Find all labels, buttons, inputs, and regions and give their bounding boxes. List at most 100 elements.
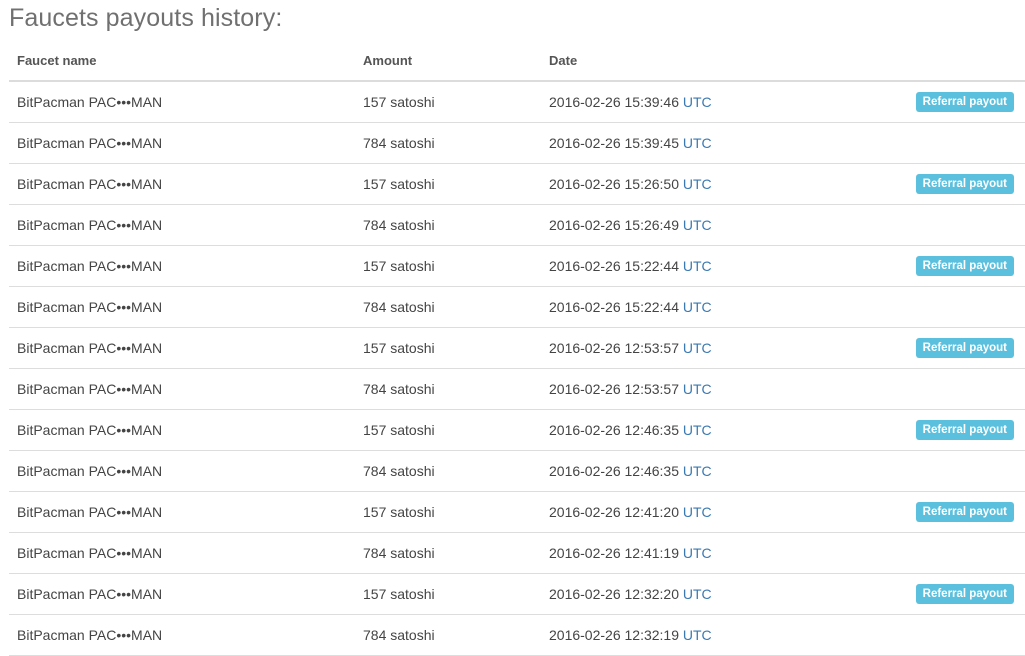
table-row: BitPacman PAC•••MAN 784 satoshi 2016-02-26… [9,368,1025,410]
badge-cell [841,122,1025,164]
date-value: 2016-02-26 12:46:35 [549,422,679,438]
badge-cell [841,532,1025,574]
amount-cell: 784 satoshi [355,204,541,246]
date-value: 2016-02-26 12:41:19 [549,545,679,561]
timezone-link[interactable]: UTC [683,627,712,643]
timezone-link[interactable]: UTC [683,422,712,438]
faucet-name-cell: BitPacman PAC•••MAN [9,81,355,123]
referral-payout-badge: Referral payout [915,174,1014,194]
faucet-name-cell: BitPacman PAC•••MAN [9,286,355,328]
timezone-link[interactable]: UTC [683,545,712,561]
amount-cell: 784 satoshi [355,614,541,656]
timezone-link[interactable]: UTC [683,258,712,274]
timezone-link[interactable]: UTC [683,586,712,602]
timezone-link[interactable]: UTC [683,94,712,110]
faucet-name-cell: BitPacman PAC•••MAN [9,204,355,246]
date-cell: 2016-02-26 15:22:44 UTC [541,245,841,287]
amount-cell: 784 satoshi [355,286,541,328]
badge-cell: Referral payout [841,245,1025,287]
table-row: BitPacman PAC•••MAN 784 satoshi 2016-02-26… [9,450,1025,492]
column-header-faucet-name: Faucet name [9,40,355,82]
badge-cell: Referral payout [841,491,1025,533]
amount-cell: 784 satoshi [355,532,541,574]
badge-cell: Referral payout [841,573,1025,615]
table-row: BitPacman PAC•••MAN 157 satoshi 2016-02-26… [9,81,1025,123]
badge-cell [841,368,1025,410]
referral-payout-badge: Referral payout [915,256,1014,276]
badge-cell: Referral payout [841,409,1025,451]
amount-cell: 157 satoshi [355,327,541,369]
amount-cell: 157 satoshi [355,81,541,123]
referral-payout-badge: Referral payout [915,584,1014,604]
timezone-link[interactable]: UTC [683,340,712,356]
badge-cell: Referral payout [841,163,1025,205]
table-row: BitPacman PAC•••MAN 157 satoshi 2016-02-26… [9,573,1025,615]
amount-cell: 157 satoshi [355,245,541,287]
table-row: BitPacman PAC•••MAN 157 satoshi 2016-02-26… [9,245,1025,287]
referral-payout-badge: Referral payout [915,502,1014,522]
timezone-link[interactable]: UTC [683,299,712,315]
date-value: 2016-02-26 12:41:20 [549,504,679,520]
faucet-name-cell: BitPacman PAC•••MAN [9,163,355,205]
date-value: 2016-02-26 12:53:57 [549,381,679,397]
referral-payout-badge: Referral payout [915,92,1014,112]
timezone-link[interactable]: UTC [683,217,712,233]
amount-cell: 157 satoshi [355,491,541,533]
timezone-link[interactable]: UTC [683,463,712,479]
date-cell: 2016-02-26 12:46:35 UTC [541,450,841,492]
table-header: Faucet name Amount Date [9,40,1025,82]
column-header-amount: Amount [355,40,541,82]
date-cell: 2016-02-26 12:53:57 UTC [541,368,841,410]
timezone-link[interactable]: UTC [683,504,712,520]
date-cell: 2016-02-26 15:26:50 UTC [541,163,841,205]
date-cell: 2016-02-26 15:22:44 UTC [541,286,841,328]
amount-cell: 157 satoshi [355,573,541,615]
badge-cell: Referral payout [841,81,1025,123]
date-value: 2016-02-26 12:53:57 [549,340,679,356]
badge-cell [841,614,1025,656]
amount-cell: 157 satoshi [355,163,541,205]
referral-payout-badge: Referral payout [915,338,1014,358]
table-row: BitPacman PAC•••MAN 784 satoshi 2016-02-26… [9,286,1025,328]
date-cell: 2016-02-26 12:41:20 UTC [541,491,841,533]
timezone-link[interactable]: UTC [683,135,712,151]
faucet-name-cell: BitPacman PAC•••MAN [9,614,355,656]
faucet-name-cell: BitPacman PAC•••MAN [9,491,355,533]
referral-payout-badge: Referral payout [915,420,1014,440]
table-row: BitPacman PAC•••MAN 157 satoshi 2016-02-26… [9,163,1025,205]
payouts-table: Faucet name Amount Date BitPacman PAC•••… [9,40,1025,656]
amount-cell: 784 satoshi [355,450,541,492]
page-title: Faucets payouts history: [9,4,283,32]
date-cell: 2016-02-26 12:53:57 UTC [541,327,841,369]
column-header-date: Date [541,40,841,82]
faucet-name-cell: BitPacman PAC•••MAN [9,122,355,164]
table-row: BitPacman PAC•••MAN 784 satoshi 2016-02-26… [9,532,1025,574]
table-row: BitPacman PAC•••MAN 784 satoshi 2016-02-26… [9,204,1025,246]
badge-cell [841,204,1025,246]
date-value: 2016-02-26 12:32:20 [549,586,679,602]
table-body: BitPacman PAC•••MAN 157 satoshi 2016-02-26… [9,81,1025,656]
date-value: 2016-02-26 15:26:50 [549,176,679,192]
timezone-link[interactable]: UTC [683,176,712,192]
date-cell: 2016-02-26 12:41:19 UTC [541,532,841,574]
faucet-name-cell: BitPacman PAC•••MAN [9,573,355,615]
faucet-name-cell: BitPacman PAC•••MAN [9,532,355,574]
date-cell: 2016-02-26 15:39:45 UTC [541,122,841,164]
table-row: BitPacman PAC•••MAN 784 satoshi 2016-02-26… [9,614,1025,656]
date-cell: 2016-02-26 12:46:35 UTC [541,409,841,451]
amount-cell: 157 satoshi [355,409,541,451]
date-value: 2016-02-26 15:22:44 [549,258,679,274]
amount-cell: 784 satoshi [355,368,541,410]
date-value: 2016-02-26 15:22:44 [549,299,679,315]
table-row: BitPacman PAC•••MAN 157 satoshi 2016-02-26… [9,327,1025,369]
date-cell: 2016-02-26 12:32:19 UTC [541,614,841,656]
faucet-name-cell: BitPacman PAC•••MAN [9,327,355,369]
faucet-name-cell: BitPacman PAC•••MAN [9,368,355,410]
date-cell: 2016-02-26 15:39:46 UTC [541,81,841,123]
badge-cell [841,450,1025,492]
timezone-link[interactable]: UTC [683,381,712,397]
date-value: 2016-02-26 12:46:35 [549,463,679,479]
faucet-name-cell: BitPacman PAC•••MAN [9,245,355,287]
table-row: BitPacman PAC•••MAN 784 satoshi 2016-02-26… [9,122,1025,164]
amount-cell: 784 satoshi [355,122,541,164]
